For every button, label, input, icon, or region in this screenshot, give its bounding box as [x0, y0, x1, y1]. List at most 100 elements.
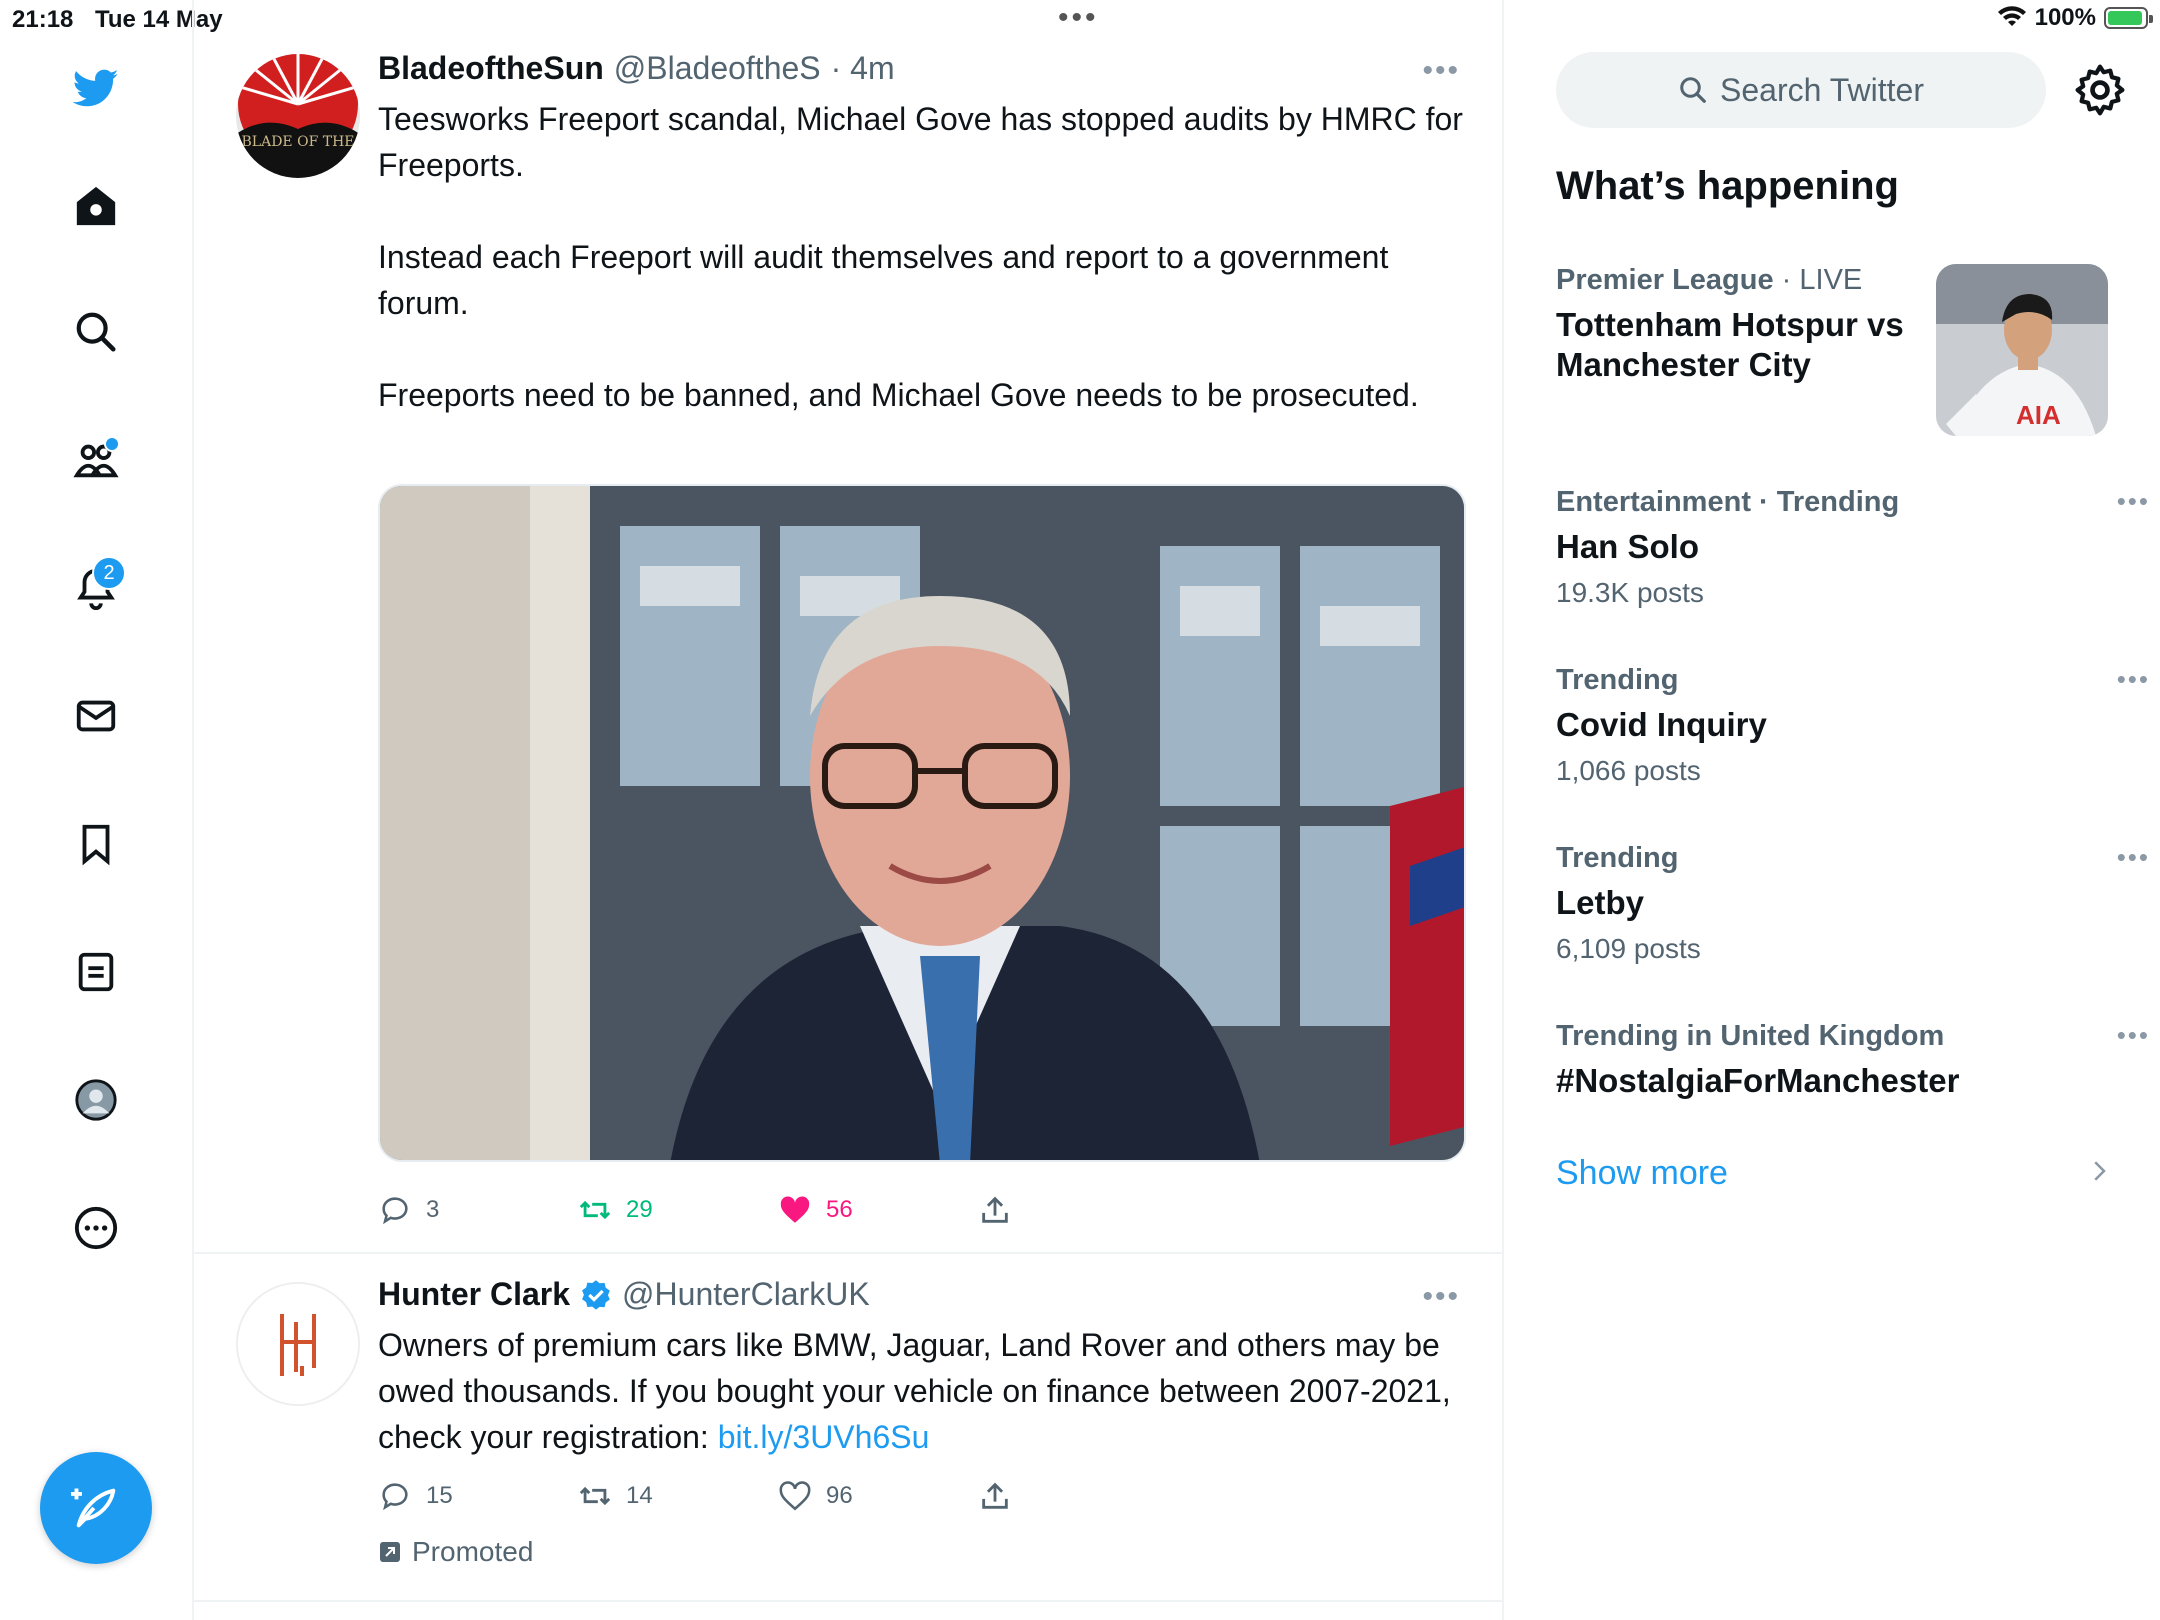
trend-title: Covid Inquiry: [1556, 706, 1767, 743]
bell-icon[interactable]: 2: [64, 556, 128, 620]
trend-category: Trending: [1556, 842, 1679, 874]
show-more-link[interactable]: Show more: [1556, 1154, 1728, 1193]
compose-tweet-button[interactable]: [40, 1452, 152, 1564]
retweet-count: 14: [626, 1482, 653, 1509]
tweet-link[interactable]: bit.ly/3UVh6Su: [718, 1419, 930, 1455]
tweet-more-icon[interactable]: •••: [1422, 54, 1460, 88]
tweet[interactable]: BLADE OF THE BladeoftheSun @BladeoftheS …: [194, 0, 1502, 1254]
trend-title: Tottenham Hotspur vs Manchester City: [1556, 306, 1904, 383]
compose-icon: [71, 1488, 116, 1528]
trend-meta: Trending: [1556, 664, 2116, 697]
tweet-actions: 15 14 96: [378, 1476, 1466, 1516]
retweet-icon: [579, 1486, 611, 1506]
communities-dot-badge: [104, 436, 120, 452]
trend-live: · LIVE: [1773, 264, 1863, 296]
trend-item[interactable]: Trending in United Kingdom #NostalgiaFor…: [1556, 1020, 2148, 1101]
trend-category: Trending: [1556, 664, 1679, 696]
reply-button[interactable]: 15: [378, 1476, 453, 1516]
trend-image-logo: AIA: [2016, 400, 2061, 430]
tweet-actions: 3 29 56: [378, 1190, 1466, 1230]
tweet-more-icon[interactable]: •••: [1422, 1280, 1460, 1314]
trend-title: Han Solo: [1556, 528, 1700, 565]
promoted-text: Promoted: [412, 1536, 534, 1567]
chevron-right-icon[interactable]: [2084, 1156, 2114, 1186]
left-navigation: 2: [0, 0, 192, 1620]
trend-item[interactable]: Trending Letby 6,109 posts •••: [1556, 842, 2148, 965]
whats-happening-title: What’s happening: [1556, 164, 1899, 208]
share-icon: [982, 1196, 1008, 1223]
tweet-text: Teesworks Freeport scandal, Michael Gove…: [378, 101, 1463, 413]
trend-image[interactable]: AIA: [1936, 264, 2108, 436]
avatar[interactable]: BLADE OF THE: [236, 54, 360, 178]
retweet-button[interactable]: 29: [578, 1190, 653, 1230]
reply-button[interactable]: 3: [378, 1190, 439, 1230]
retweet-count: 29: [626, 1196, 653, 1223]
trend-more-icon[interactable]: •••: [2117, 664, 2150, 695]
tweet-image[interactable]: [378, 484, 1466, 1162]
tweet-time[interactable]: · 4m: [831, 50, 895, 87]
right-sidebar: Search Twitter What’s happening Premier …: [1504, 0, 2160, 1620]
author-name[interactable]: BladeoftheSun: [378, 50, 604, 87]
trend-category: Premier League: [1556, 264, 1774, 296]
avatar-lettering: BLADE OF THE: [242, 134, 355, 150]
trend-item[interactable]: Trending Covid Inquiry 1,066 posts •••: [1556, 664, 2148, 787]
author-name[interactable]: Hunter Clark: [378, 1276, 570, 1313]
like-button[interactable]: 96: [778, 1476, 853, 1516]
trend-title: Letby: [1556, 884, 1645, 921]
share-button[interactable]: [978, 1476, 1012, 1516]
verified-badge-icon: [582, 1279, 610, 1310]
retweet-button[interactable]: 14: [578, 1476, 653, 1516]
trend-count: 1,066 posts: [1556, 755, 1701, 786]
avatar[interactable]: [236, 1282, 360, 1406]
search-icon[interactable]: [64, 300, 128, 364]
reply-count: 15: [426, 1482, 453, 1509]
trend-meta: Entertainment · Trending: [1556, 486, 2116, 519]
heart-filled-icon: [780, 1196, 810, 1223]
trend-category: Entertainment · Trending: [1556, 486, 1900, 518]
trend-more-icon[interactable]: •••: [2117, 1020, 2150, 1051]
share-button[interactable]: [978, 1190, 1012, 1230]
search-icon: [1680, 77, 1706, 103]
trend-count: 6,109 posts: [1556, 933, 1701, 964]
trend-meta: Premier League · LIVE: [1556, 264, 1926, 297]
trend-title: #NostalgiaForManchester: [1556, 1062, 1960, 1099]
retweet-icon: [579, 1200, 611, 1220]
trend-item[interactable]: Entertainment · Trending Han Solo 19.3K …: [1556, 486, 2148, 609]
search-input[interactable]: Search Twitter: [1556, 52, 2046, 128]
timeline: BLADE OF THE BladeoftheSun @BladeoftheS …: [192, 0, 1504, 1620]
twitter-logo-icon[interactable]: [64, 56, 128, 120]
bookmark-icon[interactable]: [64, 812, 128, 876]
trend-item[interactable]: Premier League · LIVE Tottenham Hotspur …: [1556, 264, 1926, 385]
heart-icon: [779, 1481, 811, 1511]
gear-icon[interactable]: [2072, 62, 2128, 118]
mail-icon[interactable]: [64, 684, 128, 748]
search-placeholder: Search Twitter: [1720, 71, 1924, 108]
promoted-label: Promoted: [378, 1536, 533, 1568]
trend-more-icon[interactable]: •••: [2117, 486, 2150, 517]
like-button[interactable]: 56: [778, 1190, 853, 1230]
like-count: 56: [826, 1196, 853, 1223]
profile-icon[interactable]: [64, 1068, 128, 1132]
more-circle-icon[interactable]: [64, 1196, 128, 1260]
reply-icon: [382, 1197, 408, 1225]
trend-meta: Trending in United Kingdom: [1556, 1020, 2116, 1053]
tweet-text: Owners of premium cars like BMW, Jaguar,…: [378, 1322, 1468, 1460]
tweet-header: Hunter Clark @HunterClarkUK: [378, 1276, 870, 1313]
tweet[interactable]: Hunter Clark @HunterClarkUK ••• Owners o…: [194, 1254, 1502, 1602]
trend-more-icon[interactable]: •••: [2117, 842, 2150, 873]
reply-icon: [382, 1483, 408, 1511]
author-handle[interactable]: @BladeoftheS: [614, 50, 821, 87]
like-count: 96: [826, 1482, 853, 1509]
home-icon[interactable]: [64, 174, 128, 238]
share-icon: [982, 1482, 1008, 1509]
reply-count: 3: [426, 1196, 440, 1223]
promoted-icon: [380, 1542, 400, 1562]
lists-icon[interactable]: [64, 940, 128, 1004]
author-handle[interactable]: @HunterClarkUK: [622, 1276, 870, 1313]
trend-count: 19.3K posts: [1556, 577, 1704, 608]
tweet-header: BladeoftheSun @BladeoftheS · 4m: [378, 50, 895, 87]
notifications-badge: 2: [92, 556, 126, 590]
trend-category: Trending in United Kingdom: [1556, 1020, 1945, 1052]
trend-meta: Trending: [1556, 842, 2116, 875]
communities-icon[interactable]: [64, 428, 128, 492]
